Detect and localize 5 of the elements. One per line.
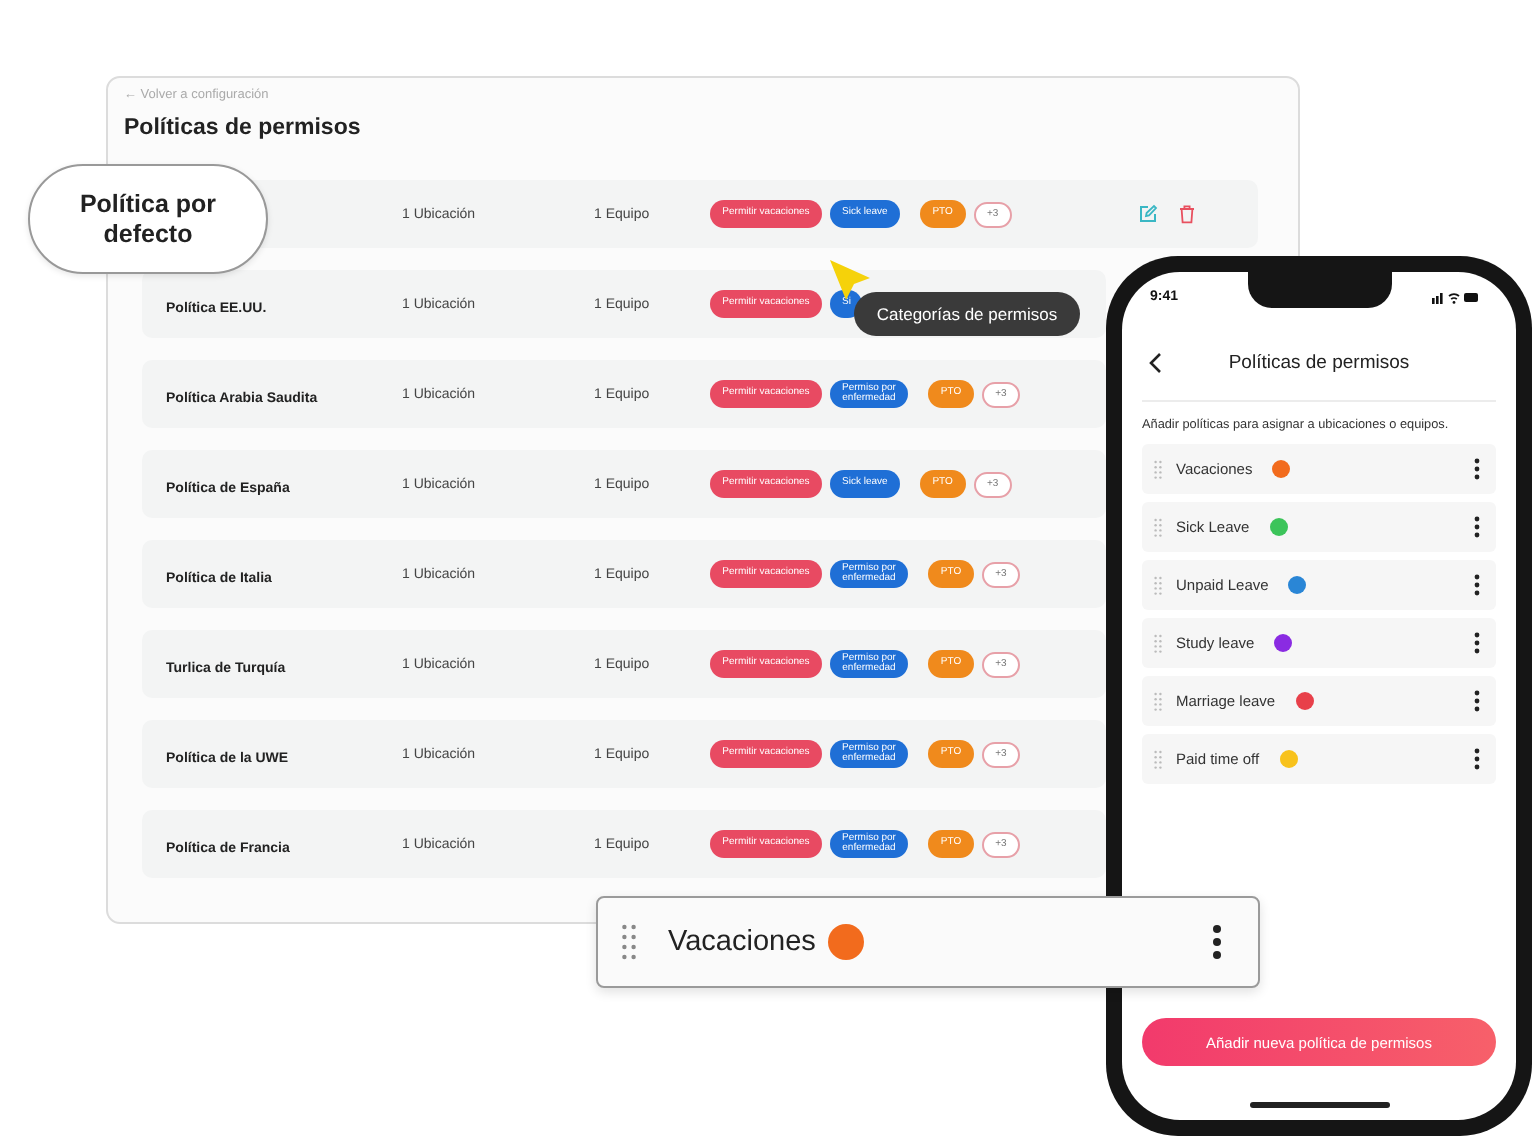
page-title: Políticas de permisos	[124, 116, 361, 140]
screen-title: Políticas de permisos	[1226, 351, 1412, 373]
policy-tooltip: Política por defecto	[28, 164, 268, 274]
category-name: Vacaciones	[668, 926, 816, 958]
tooltip: Categorías de permisos	[854, 292, 1080, 336]
